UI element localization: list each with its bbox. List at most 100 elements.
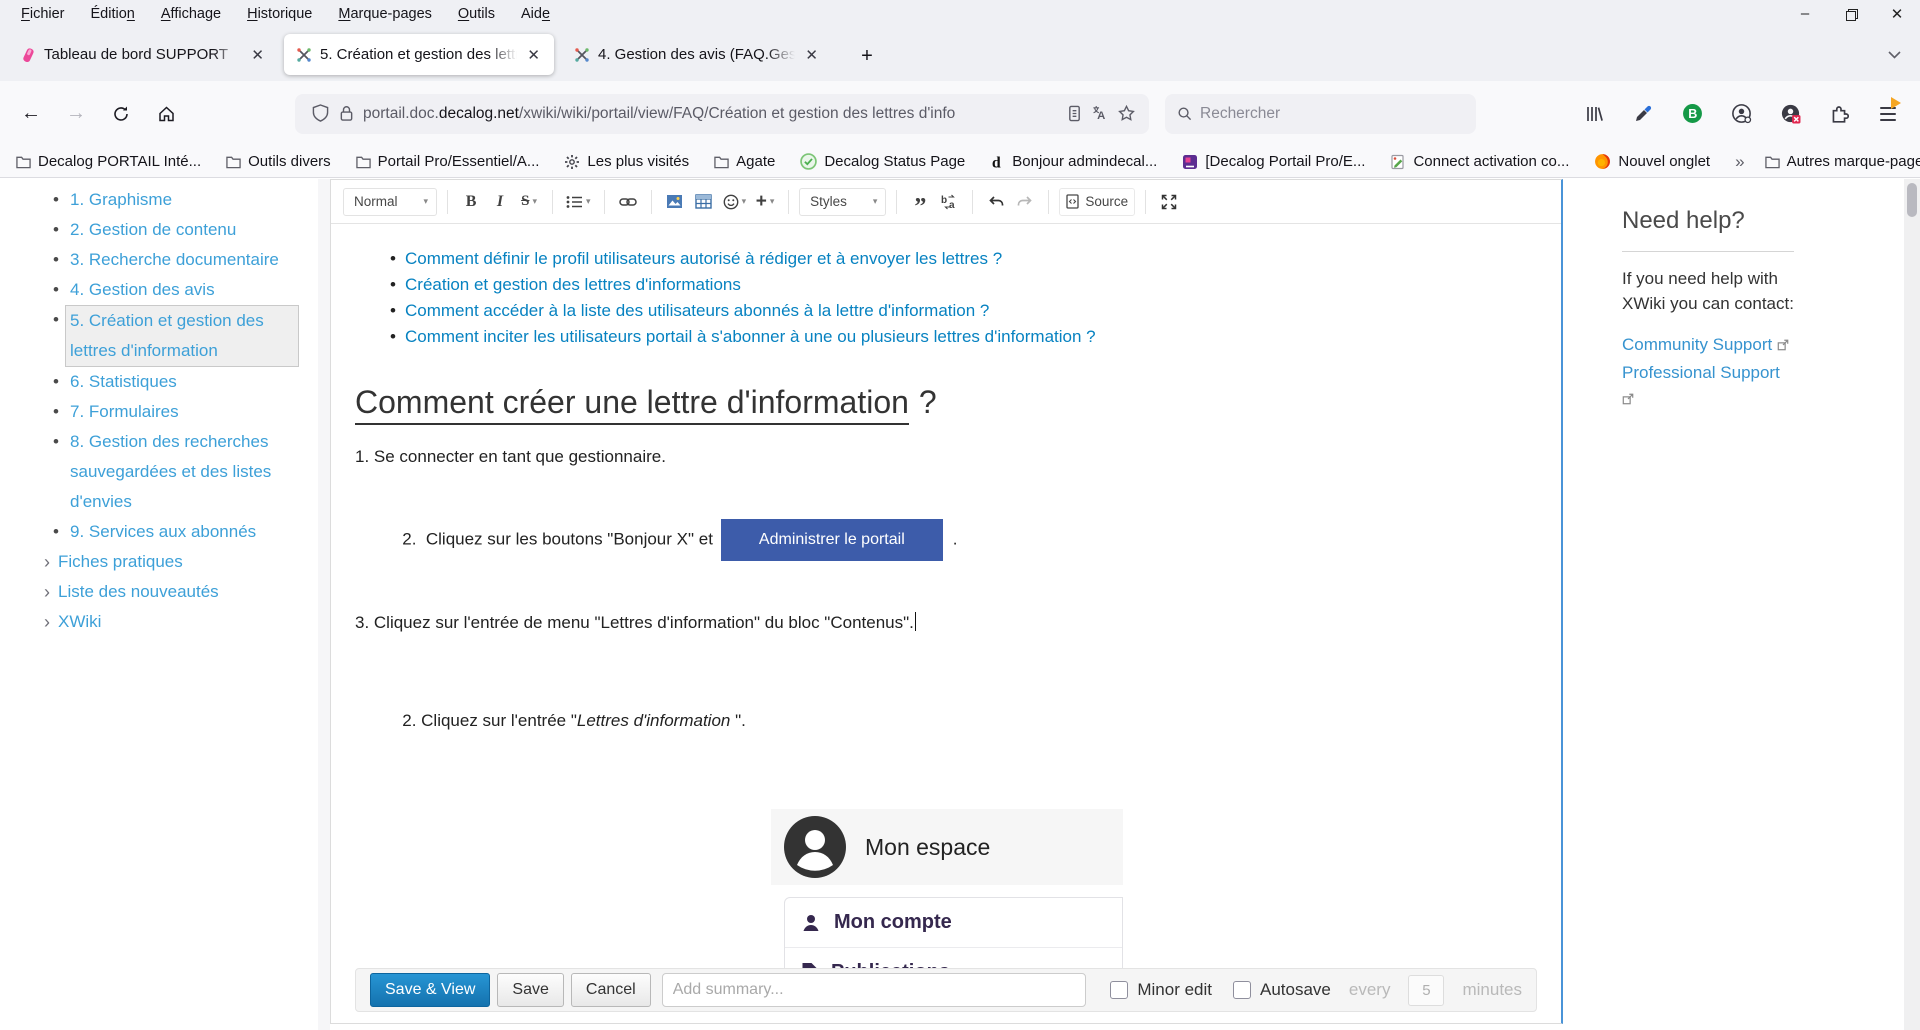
autosave-checkbox[interactable] xyxy=(1233,981,1251,999)
translate-icon[interactable]: A xyxy=(1087,101,1113,127)
minor-edit-checkbox[interactable] xyxy=(1110,981,1128,999)
bookmark-connect-activation[interactable]: Connect activation co... xyxy=(1390,153,1569,170)
administrer-portail-button-image[interactable]: Administrer le portail xyxy=(721,519,943,561)
tab-close-icon[interactable]: ✕ xyxy=(245,44,270,66)
search-bar[interactable] xyxy=(1165,94,1476,134)
community-support-link[interactable]: Community Support xyxy=(1622,332,1794,358)
menu-affichage[interactable]: Affichage xyxy=(150,3,232,25)
sidebar-link[interactable]: 9. Services aux abonnés xyxy=(70,522,256,541)
paragraph-format-dropdown[interactable]: Normal▾ xyxy=(343,188,437,216)
close-button[interactable]: ✕ xyxy=(1874,0,1920,27)
cancel-button[interactable]: Cancel xyxy=(571,973,651,1007)
back-button[interactable]: ← xyxy=(15,98,47,130)
menu-aide[interactable]: Aide xyxy=(510,3,561,25)
sidebar-link[interactable]: 8. Gestion des recherches sauvegardées e… xyxy=(70,432,271,511)
bookmark-bonjour-admin[interactable]: d Bonjour admindecal... xyxy=(990,153,1157,170)
table-button[interactable] xyxy=(691,188,717,216)
undo-button[interactable] xyxy=(983,188,1009,216)
sidebar-tree-link[interactable]: Fiches pratiques xyxy=(58,552,183,571)
save-button[interactable]: Save xyxy=(497,973,563,1007)
bookmark-outils-divers[interactable]: Outils divers xyxy=(226,153,331,170)
sidebar-link[interactable]: 7. Formulaires xyxy=(70,402,179,421)
bookmark-agate[interactable]: Agate xyxy=(714,153,775,170)
color-picker-icon[interactable] xyxy=(1631,102,1655,126)
tab-gestion-avis[interactable]: 4. Gestion des avis (FAQ.Gestion ✕ xyxy=(562,34,832,75)
sidebar-link[interactable]: 4. Gestion des avis xyxy=(70,280,215,299)
forward-button[interactable]: → xyxy=(60,98,92,130)
search-input[interactable] xyxy=(1200,105,1440,123)
app-menu-icon[interactable] xyxy=(1876,102,1900,126)
lock-icon[interactable] xyxy=(333,101,359,127)
image-button[interactable] xyxy=(662,188,688,216)
sidebar-tree-link[interactable]: XWiki xyxy=(58,612,101,631)
faq-link[interactable]: Création et gestion des lettres d'inform… xyxy=(405,275,741,294)
page-scrollbar[interactable] xyxy=(1904,179,1920,1030)
bookmark-les-plus-visites[interactable]: Les plus visités xyxy=(564,153,689,170)
account-sync-error-icon[interactable] xyxy=(1778,102,1802,126)
language-button[interactable]: ba xyxy=(936,188,962,216)
summary-input[interactable] xyxy=(662,973,1086,1007)
library-icon[interactable] xyxy=(1582,102,1606,126)
faq-link[interactable]: Comment accéder à la liste des utilisate… xyxy=(405,301,989,320)
extensions-puzzle-icon[interactable] xyxy=(1827,102,1851,126)
reload-button[interactable] xyxy=(105,98,137,130)
menu-edition[interactable]: Édition xyxy=(80,3,146,25)
styles-dropdown[interactable]: Styles▾ xyxy=(799,188,886,216)
sidebar-link-selected[interactable]: 5. Création et gestion des lettres d'inf… xyxy=(65,305,299,367)
sidebar-link[interactable]: 3. Recherche documentaire xyxy=(70,250,279,269)
green-extension-icon[interactable]: B xyxy=(1680,102,1704,126)
embedded-screenshot[interactable]: Mon espace Mon compte Publications xyxy=(771,809,1123,968)
link-button[interactable] xyxy=(615,188,641,216)
blockquote-button[interactable]: ” xyxy=(907,188,933,216)
bookmark-nouvel-onglet[interactable]: Nouvel onglet xyxy=(1594,153,1710,170)
tab-close-icon[interactable]: ✕ xyxy=(799,44,824,66)
bookmark-portail-pro[interactable]: Portail Pro/Essentiel/A... xyxy=(356,153,540,170)
tab-dashboard-support[interactable]: Tableau de bord SUPPORT ✕ xyxy=(8,34,278,75)
new-tab-button[interactable]: + xyxy=(852,41,882,71)
shield-icon[interactable] xyxy=(307,101,333,127)
menu-row-publications: Publications xyxy=(785,947,1122,968)
sidebar-tree-link[interactable]: Liste des nouveautés xyxy=(58,582,219,601)
list-all-tabs-button[interactable] xyxy=(1882,45,1906,65)
bold-button[interactable]: B xyxy=(458,188,484,216)
autosave-interval-input[interactable] xyxy=(1408,975,1444,1006)
save-and-view-button[interactable]: Save & View xyxy=(370,973,490,1007)
faq-link[interactable]: Comment inciter les utilisateurs portail… xyxy=(405,327,1096,346)
editor-content[interactable]: Comment définir le profil utilisateurs a… xyxy=(331,224,1561,968)
menu-outils[interactable]: Outils xyxy=(447,3,506,25)
bookmark-decalog-portail[interactable]: Decalog PORTAIL Inté... xyxy=(16,153,201,170)
bookmarks-overflow-chevron[interactable]: » xyxy=(1735,152,1742,172)
maximize-editor-button[interactable] xyxy=(1156,188,1182,216)
restore-button[interactable] xyxy=(1828,0,1874,27)
bookmark-autres-marque-pages[interactable]: Autres marque-pages xyxy=(1765,153,1920,170)
insert-more-dropdown[interactable]: +▾ xyxy=(752,188,778,216)
mon-espace-title: Mon espace xyxy=(865,834,990,861)
bookmark-decalog-portail-pro[interactable]: [Decalog Portail Pro/E... xyxy=(1182,153,1365,170)
menu-fichier[interactable]: Fichier xyxy=(10,3,76,25)
italic-button[interactable]: I xyxy=(487,188,513,216)
home-button[interactable] xyxy=(150,98,182,130)
emoji-dropdown[interactable]: ▾ xyxy=(720,188,750,216)
url-bar[interactable]: portail.doc.decalog.net/xwiki/wiki/porta… xyxy=(295,94,1149,134)
tab-creation-lettres[interactable]: 5. Création et gestion des lettres ✕ xyxy=(284,34,554,75)
bookmark-star-icon[interactable] xyxy=(1113,101,1139,127)
sidebar-item-statistiques: 6. Statistiques xyxy=(44,367,294,397)
tab-close-icon[interactable]: ✕ xyxy=(521,44,546,66)
bookmark-decalog-status[interactable]: Decalog Status Page xyxy=(800,153,965,170)
folder-icon xyxy=(714,155,729,169)
sidebar-link[interactable]: 6. Statistiques xyxy=(70,372,177,391)
strikethrough-dropdown[interactable]: S▾ xyxy=(516,188,542,216)
minimize-button[interactable]: – xyxy=(1782,0,1828,27)
scrollbar-thumb[interactable] xyxy=(1907,183,1917,217)
reader-mode-icon[interactable] xyxy=(1061,101,1087,127)
list-dropdown[interactable]: ▾ xyxy=(563,188,594,216)
menu-marque-pages[interactable]: Marque-pages xyxy=(327,3,443,25)
profile-icon[interactable] xyxy=(1729,102,1753,126)
source-button[interactable]: Source xyxy=(1059,188,1135,216)
faq-link[interactable]: Comment définir le profil utilisateurs a… xyxy=(405,249,1002,268)
redo-button[interactable] xyxy=(1012,188,1038,216)
menu-historique[interactable]: Historique xyxy=(236,3,323,25)
sidebar-link[interactable]: 2. Gestion de contenu xyxy=(70,220,236,239)
sidebar-link[interactable]: 1. Graphisme xyxy=(70,190,172,209)
professional-support-link[interactable]: Professional Support xyxy=(1622,360,1794,412)
